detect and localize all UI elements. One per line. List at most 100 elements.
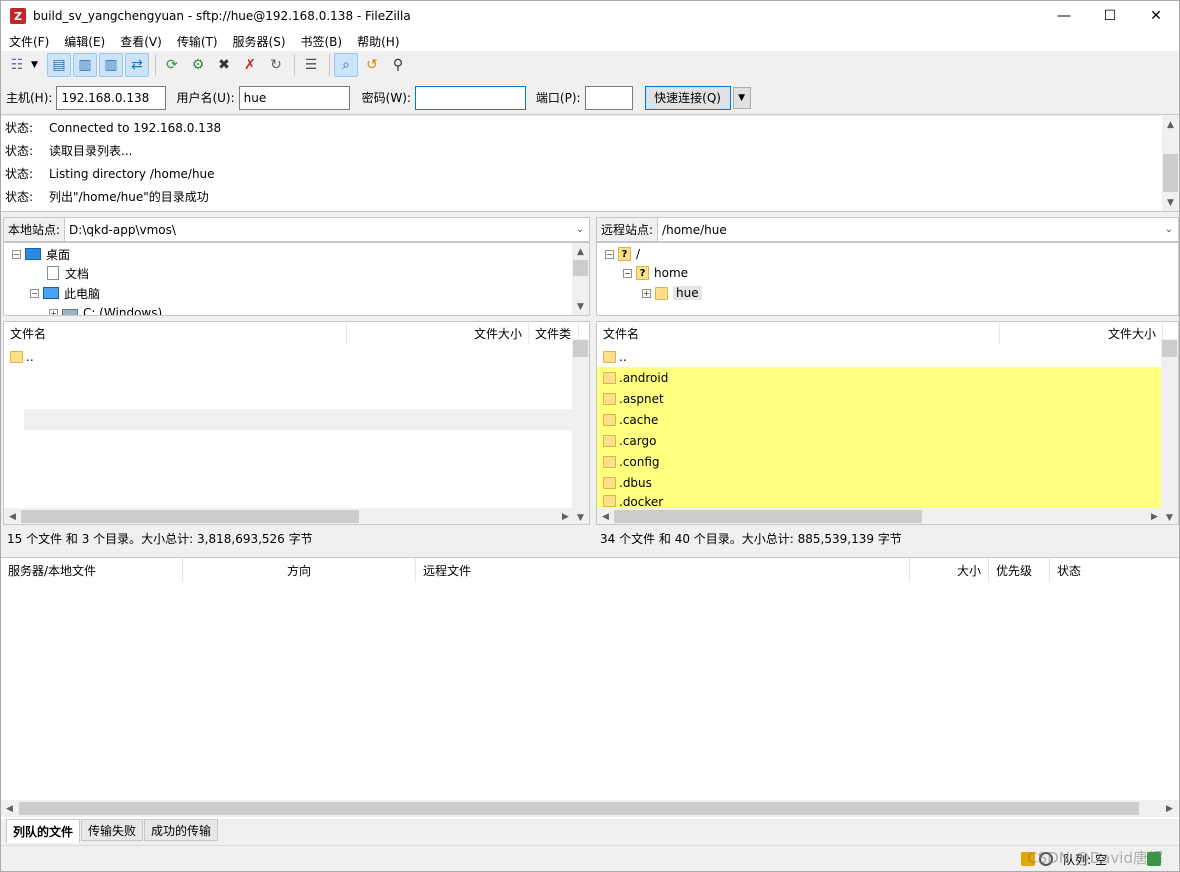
quickconnect-history-dropdown[interactable]: ▼ xyxy=(732,86,751,109)
site-manager-icon[interactable]: ☷ xyxy=(5,53,29,77)
remote-path-input[interactable]: /home/hue xyxy=(658,223,1160,237)
queue-hscrollbar[interactable]: ◀ ▶ xyxy=(1,800,1179,817)
scroll-thumb[interactable] xyxy=(573,260,588,276)
local-list-hscrollbar[interactable]: ◀ ▶ xyxy=(4,508,574,524)
scroll-right-icon[interactable]: ▶ xyxy=(557,508,574,524)
tree-item-hue[interactable]: + hue xyxy=(642,283,702,303)
password-input[interactable] xyxy=(414,85,526,110)
cancel-icon[interactable]: ✖ xyxy=(212,53,236,77)
scroll-right-icon[interactable]: ▶ xyxy=(1146,508,1163,524)
menu-bookmarks[interactable]: 书签(B) xyxy=(293,33,350,50)
menu-edit[interactable]: 编辑(E) xyxy=(56,33,112,50)
scroll-down-icon[interactable]: ▼ xyxy=(572,509,589,524)
file-row[interactable]: .. xyxy=(597,346,1163,367)
sync-browse-icon[interactable]: ↺ xyxy=(360,53,384,77)
toggle-remote-tree-icon[interactable]: ▥ xyxy=(99,53,123,77)
scroll-thumb[interactable] xyxy=(19,802,1139,815)
file-row[interactable]: .cargo xyxy=(597,430,1163,451)
scroll-left-icon[interactable]: ◀ xyxy=(4,508,21,524)
menu-view[interactable]: 查看(V) xyxy=(112,33,169,50)
log-scrollbar[interactable]: ▲ ▼ xyxy=(1162,116,1179,211)
menu-transfer[interactable]: 传输(T) xyxy=(169,33,225,50)
scroll-up-icon[interactable]: ▲ xyxy=(572,243,589,260)
site-manager-dropdown-icon[interactable]: ▼ xyxy=(31,60,41,70)
tree-item-this-pc[interactable]: − 此电脑 xyxy=(30,283,100,303)
file-row[interactable]: .docker xyxy=(597,493,1163,509)
remote-list-scrollbar[interactable]: ▼ xyxy=(1161,339,1178,524)
search-icon[interactable]: ⌕ xyxy=(334,53,358,77)
toolbar-separator xyxy=(329,54,330,76)
scroll-thumb[interactable] xyxy=(614,510,922,523)
quickconnect-button[interactable]: 快速连接(Q) xyxy=(644,85,731,110)
tree-item-desktop[interactable]: − 桌面 xyxy=(12,244,70,264)
scroll-right-icon[interactable]: ▶ xyxy=(1161,800,1178,817)
queue-column-remote-file[interactable]: 远程文件 xyxy=(416,558,910,582)
column-label: 文件大小 xyxy=(1107,326,1156,341)
file-row[interactable]: .aspnet xyxy=(597,388,1163,409)
username-input[interactable] xyxy=(238,85,350,110)
collapse-icon[interactable]: − xyxy=(623,268,632,278)
host-input[interactable] xyxy=(56,85,167,110)
tree-item-root[interactable]: − ? / xyxy=(605,244,640,264)
expand-icon[interactable]: + xyxy=(49,308,58,315)
collapse-icon[interactable]: − xyxy=(605,249,614,259)
column-filename[interactable]: 文件名 xyxy=(4,322,347,344)
folder-icon xyxy=(603,434,616,447)
scroll-down-icon[interactable]: ▼ xyxy=(1162,194,1179,211)
close-button[interactable]: ✕ xyxy=(1133,1,1179,31)
toggle-queue-icon[interactable]: ⇄ xyxy=(125,53,149,77)
directory-filter-icon[interactable]: ☰ xyxy=(299,53,323,77)
chevron-down-icon[interactable]: ⌄ xyxy=(571,224,589,235)
remote-list-hscrollbar[interactable]: ◀ ▶ xyxy=(597,508,1163,524)
menu-help[interactable]: 帮助(H) xyxy=(349,33,406,50)
scroll-down-icon[interactable]: ▼ xyxy=(572,298,589,315)
file-row[interactable]: .cache xyxy=(597,409,1163,430)
column-filename[interactable]: 文件名 xyxy=(597,322,1000,344)
scroll-thumb[interactable] xyxy=(1163,154,1178,192)
tab-queued-files[interactable]: 列队的文件 xyxy=(6,819,81,843)
tree-item-documents[interactable]: 文档 xyxy=(47,263,89,283)
scroll-thumb[interactable] xyxy=(1162,340,1177,357)
find-files-icon[interactable]: ⚲ xyxy=(386,53,410,77)
local-tree-scrollbar[interactable]: ▲ ▼ xyxy=(572,243,589,315)
queue-column-size[interactable]: 大小 xyxy=(910,558,989,582)
scroll-thumb[interactable] xyxy=(21,510,359,523)
port-input[interactable] xyxy=(584,85,633,110)
menu-server[interactable]: 服务器(S) xyxy=(225,33,293,50)
file-row[interactable]: .. xyxy=(4,346,572,367)
process-queue-icon[interactable]: ⚙ xyxy=(186,53,210,77)
minimize-button[interactable]: — xyxy=(1041,1,1087,31)
scroll-left-icon[interactable]: ◀ xyxy=(597,508,614,524)
file-row[interactable]: .dbus xyxy=(597,472,1163,493)
tab-successful-transfers[interactable]: 成功的传输 xyxy=(144,819,219,841)
collapse-icon[interactable]: − xyxy=(12,249,21,259)
toggle-log-icon[interactable]: ▤ xyxy=(47,53,71,77)
disconnect-icon[interactable]: ✗ xyxy=(238,53,262,77)
toggle-local-tree-icon[interactable]: ▥ xyxy=(73,53,97,77)
port-label: 端口(P): xyxy=(535,91,581,105)
file-row[interactable]: .android xyxy=(597,367,1163,388)
reconnect-icon[interactable]: ↻ xyxy=(264,53,288,77)
queue-column-server-local-file[interactable]: 服务器/本地文件 xyxy=(1,558,183,582)
scroll-thumb[interactable] xyxy=(573,340,588,357)
file-row[interactable]: .config xyxy=(597,451,1163,472)
scroll-up-icon[interactable]: ▲ xyxy=(1162,116,1179,133)
scroll-down-icon[interactable]: ▼ xyxy=(1161,509,1178,524)
queue-column-direction[interactable]: 方向 xyxy=(183,558,416,582)
refresh-icon[interactable]: ⟳ xyxy=(160,53,184,77)
expand-icon[interactable]: + xyxy=(642,288,651,298)
tree-item-home[interactable]: − ? home xyxy=(623,263,688,283)
tree-item-c-drive[interactable]: + C: (Windows) xyxy=(49,303,162,315)
local-path-input[interactable]: D:\qkd-app\vmos\ xyxy=(65,223,571,237)
maximize-button[interactable]: ☐ xyxy=(1087,1,1133,31)
column-filesize[interactable]: 文件大小 xyxy=(1000,322,1163,344)
column-filesize[interactable]: 文件大小 xyxy=(347,322,529,344)
queue-column-priority[interactable]: 优先级 xyxy=(989,558,1050,582)
chevron-down-icon[interactable]: ⌄ xyxy=(1160,224,1178,235)
scroll-left-icon[interactable]: ◀ xyxy=(1,800,18,817)
collapse-icon[interactable]: − xyxy=(30,288,39,298)
menu-file[interactable]: 文件(F) xyxy=(1,33,56,50)
queue-column-status[interactable]: 状态 xyxy=(1050,558,1179,582)
local-list-scrollbar[interactable]: ▼ xyxy=(572,339,589,524)
tab-failed-transfers[interactable]: 传输失败 xyxy=(81,819,144,841)
